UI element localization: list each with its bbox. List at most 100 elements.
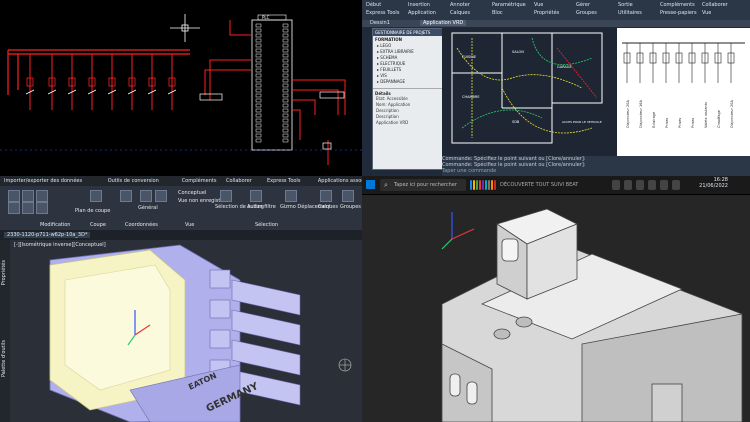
connector-boxes: [199, 91, 345, 150]
tool-icon[interactable]: [8, 190, 20, 202]
ribbon-bar: Début Insertion Annoter Paramétrique Vue Gére…: [362, 0, 750, 20]
ribbon-tab[interactable]: Vue: [702, 10, 711, 16]
tool-icon[interactable]: [285, 190, 297, 202]
tool-icon[interactable]: [36, 190, 48, 202]
tool-icon[interactable]: [250, 190, 262, 202]
tool-icon[interactable]: [320, 190, 332, 202]
ribbon-tab[interactable]: Application: [408, 10, 436, 16]
general-dropdown[interactable]: Général: [138, 205, 158, 211]
tray-icon[interactable]: [636, 180, 644, 190]
ribbon-tab[interactable]: Paramétrique: [492, 2, 526, 8]
ribbon-tab[interactable]: Bloc: [492, 10, 503, 16]
taskbar-app-icon[interactable]: [485, 180, 487, 190]
tool-icon[interactable]: [120, 190, 132, 202]
tool-icon[interactable]: [342, 190, 354, 202]
command-input[interactable]: Taper une commande: [442, 168, 750, 174]
plc-terminal: [282, 83, 289, 88]
tool-palette-side-label[interactable]: Palette d'outils: [1, 340, 7, 377]
tool-icon[interactable]: [155, 190, 167, 202]
layers-button[interactable]: Calques: [318, 204, 338, 210]
plc-terminal: [255, 83, 262, 88]
3d-viewport[interactable]: [-][Isométrique inverse][Conceptuel] GER…: [10, 240, 362, 422]
ribbon-tab[interactable]: Express Tools: [366, 10, 399, 16]
tool-icon[interactable]: [22, 190, 34, 202]
windows-taskbar: Tapez ici pour rechercher ⌕ DÉCOUVERTE T…: [362, 176, 750, 195]
tool-icon[interactable]: [8, 202, 20, 214]
breaker-label: Prises: [691, 118, 695, 128]
inventor-window[interactable]: Importer/exporter des données Outils de c…: [0, 176, 362, 422]
file-tab[interactable]: Dessin1: [370, 20, 390, 26]
menu-tab[interactable]: Outils de conversion: [108, 178, 159, 184]
properties-side-label[interactable]: Propriétés: [1, 260, 7, 285]
menu-tab[interactable]: Compléments: [182, 178, 217, 184]
ribbon-tab[interactable]: Insertion: [408, 2, 430, 8]
plc-terminal: [282, 78, 289, 83]
plc-terminal: [255, 28, 262, 33]
ribbon-tab[interactable]: Gérer: [576, 2, 590, 8]
plc-terminal: [255, 48, 262, 53]
tray-icon[interactable]: [672, 180, 680, 190]
ribbon-tab[interactable]: Vue: [534, 2, 543, 8]
search-box[interactable]: Tapez ici pour rechercher ⌕: [380, 179, 466, 191]
file-tab[interactable]: 2330-1120-p711-w62p-10a_3D*: [4, 232, 91, 238]
command-line[interactable]: Commande: Spécifiez le point suivant ou …: [442, 156, 750, 176]
project-manager-panel: GESTIONNAIRE DE PROJETS FORMATION ▸ LEGO…: [372, 28, 444, 170]
menu-tab[interactable]: Express Tools: [267, 178, 300, 184]
menu-tab[interactable]: Importer/exporter des données: [4, 178, 82, 184]
tool-icon[interactable]: [90, 190, 102, 202]
search-input[interactable]: Tapez ici pour rechercher: [394, 182, 457, 188]
distribution-schematic: Disjoncteur 20A Disjoncteur 16A Eclairage P…: [617, 28, 750, 156]
clock[interactable]: 16:28 21/06/2022: [699, 177, 728, 189]
taskbar-app-icon[interactable]: [479, 180, 481, 190]
tray-icon[interactable]: [660, 180, 668, 190]
taskbar-app-icon[interactable]: [494, 180, 496, 190]
taskbar-app-icon[interactable]: [488, 180, 490, 190]
ribbon-tab[interactable]: Collaborer: [702, 2, 728, 8]
no-filter-button[interactable]: Aucun filtre: [247, 204, 276, 210]
taskbar-app-icon[interactable]: [470, 180, 472, 190]
menu-tab[interactable]: Collaborer: [226, 178, 252, 184]
plc-terminal: [255, 63, 262, 68]
project-section: FORMATION: [375, 37, 402, 42]
room-label: ACCES POUR LE VEHICULE: [562, 120, 602, 124]
plc-terminal: [282, 63, 289, 68]
ribbon-tab[interactable]: Début: [366, 2, 381, 8]
ribbon-tab[interactable]: Compléments: [660, 2, 695, 8]
tool-icon[interactable]: [36, 202, 48, 214]
tray-icon[interactable]: [648, 180, 656, 190]
plc-schematic-view[interactable]: PLC: [0, 0, 362, 176]
groups-button[interactable]: Groupes: [340, 204, 361, 210]
layout-tab[interactable]: Application VRD: [420, 20, 467, 26]
windows-start-icon[interactable]: [366, 180, 375, 189]
ribbon-tab[interactable]: Propriétés: [534, 10, 559, 16]
tool-icon[interactable]: [22, 202, 34, 214]
ribbon-tab[interactable]: Utilitaires: [618, 10, 642, 16]
ribbon-tab[interactable]: Groupes: [576, 10, 597, 16]
taskbar-app-icon[interactable]: [482, 180, 484, 190]
ribbon-tab[interactable]: Annoter: [450, 2, 470, 8]
tool-icon[interactable]: [220, 190, 232, 202]
floorplan-window[interactable]: Début Insertion Annoter Paramétrique Vue Gére…: [362, 0, 750, 176]
plc-terminal: [255, 108, 262, 113]
plc-terminal: [282, 28, 289, 33]
plc-terminal: [282, 48, 289, 53]
visual-style-dropdown[interactable]: Conceptuel: [178, 190, 206, 196]
ribbon-tab[interactable]: Sortie: [618, 2, 633, 8]
top-bus: [7, 49, 190, 95]
ribbon-tab[interactable]: Presse-papiers: [660, 10, 697, 16]
taskbar-app-icon[interactable]: [476, 180, 478, 190]
tool-icon[interactable]: [140, 190, 152, 202]
tray-icon[interactable]: [624, 180, 632, 190]
section-plane-button[interactable]: Plan de coupe: [75, 208, 110, 214]
taskbar-app-icon[interactable]: [473, 180, 475, 190]
taskbar-app-icon[interactable]: [491, 180, 493, 190]
menu-tab[interactable]: Applications associées: [318, 178, 362, 184]
ribbon-tab[interactable]: Calques: [450, 10, 470, 16]
project-item[interactable]: ▸ DEPANNAGE: [377, 79, 443, 85]
plc-module: [251, 14, 293, 151]
breaker-view[interactable]: Tapez ici pour rechercher ⌕ DÉCOUVERTE T…: [362, 176, 750, 422]
view-panel-label: Vue: [185, 222, 195, 228]
tray-icon[interactable]: [612, 180, 620, 190]
floorplan-canvas[interactable]: CUISINE SALON CHAMBRE SDB GARAGE ACCES P…: [442, 28, 617, 156]
breaker-label: Prises: [678, 118, 682, 128]
